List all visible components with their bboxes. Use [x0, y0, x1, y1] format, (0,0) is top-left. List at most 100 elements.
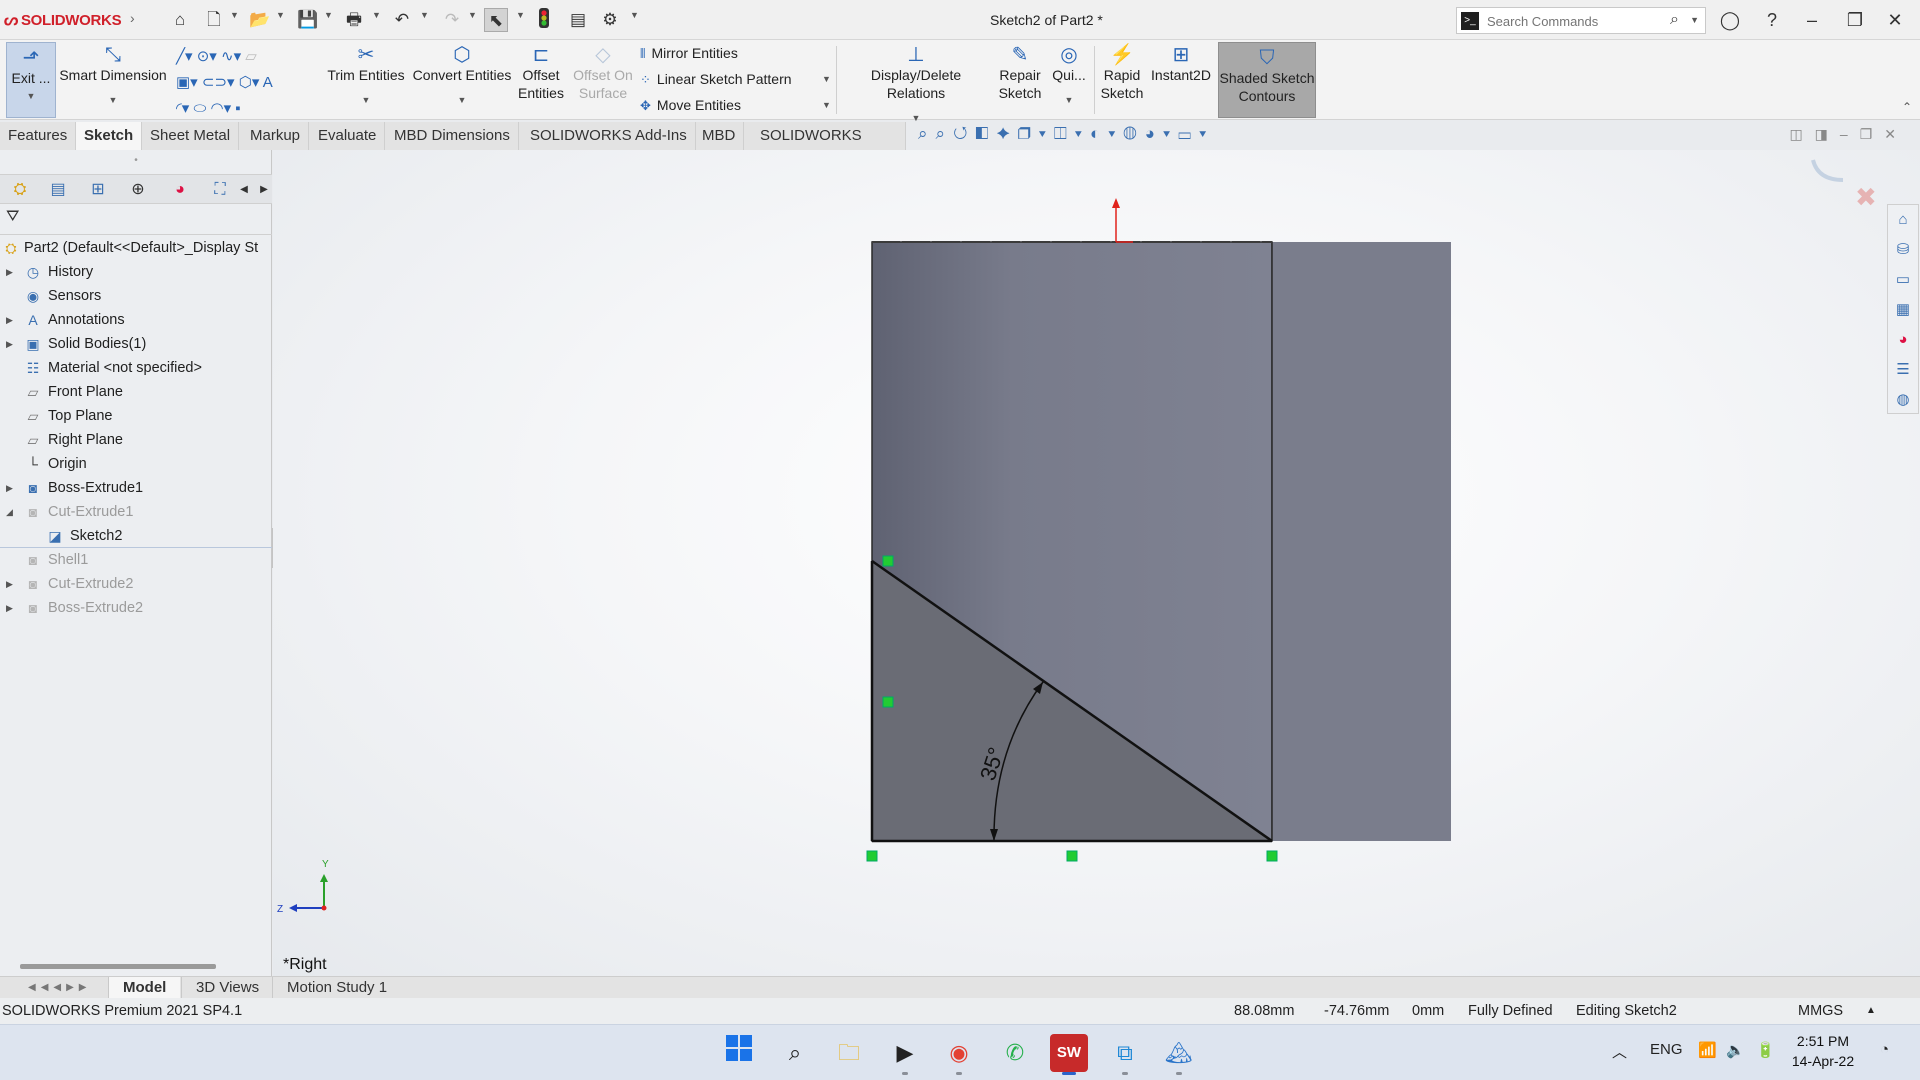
file-properties-icon[interactable]: ▤: [566, 8, 590, 32]
tab-mbd-dimensions[interactable]: MBD Dimensions: [386, 122, 519, 150]
minimize-window-icon[interactable]: –: [1797, 6, 1827, 34]
tree-item-cut-extrude1[interactable]: ◢ ◙ Cut-Extrude1: [0, 500, 272, 524]
show-hidden-icons-icon[interactable]: ︿: [1612, 1041, 1627, 1062]
tab-model[interactable]: Model: [108, 977, 181, 999]
options-dropdown-icon[interactable]: ▼: [630, 10, 639, 20]
expand-arrow-icon[interactable]: ▶: [6, 308, 13, 332]
collapse-arrow-icon[interactable]: ◢: [6, 500, 13, 524]
configuration-manager-tab-icon[interactable]: ⊞: [84, 179, 112, 201]
mirror-entities-button[interactable]: ⫴ Mirror Entities: [640, 41, 738, 65]
plane-tool-icon[interactable]: ▱: [245, 48, 257, 65]
home-icon[interactable]: ⌂: [168, 8, 192, 32]
open-dropdown-icon[interactable]: ▼: [276, 10, 285, 20]
graphics-area[interactable]: 35° Y Z ✖ *Right: [273, 150, 1920, 976]
tab-motion-study-1[interactable]: Motion Study 1: [272, 977, 401, 999]
viewport-tile-icon[interactable]: ◫: [1789, 126, 1814, 142]
rebuild-traffic-light-icon[interactable]: [532, 8, 556, 32]
horizontal-relation-icon[interactable]: [1066, 850, 1078, 862]
tab-sheet-metal[interactable]: Sheet Metal: [142, 122, 240, 150]
rectangle-tool-icon[interactable]: ▣▾: [176, 74, 198, 91]
user-account-icon[interactable]: ◯: [1715, 6, 1745, 34]
tree-item-material[interactable]: ☷ Material <not specified>: [0, 356, 272, 380]
vertical-relation-icon[interactable]: [882, 696, 894, 708]
zoom-to-fit-icon[interactable]: ⌕: [918, 124, 936, 143]
new-document-icon[interactable]: 🗋: [202, 8, 226, 32]
viewport-restore-icon[interactable]: ❐: [1860, 126, 1885, 142]
viewport-minimize-icon[interactable]: –: [1840, 126, 1860, 142]
print-icon[interactable]: 🖶: [342, 8, 366, 32]
tree-item-right-plane[interactable]: ▱ Right Plane: [0, 428, 272, 452]
redo-icon[interactable]: ↷: [440, 8, 464, 32]
trim-dropdown-icon[interactable]: ▼: [326, 90, 406, 110]
media-player-taskbar-icon[interactable]: ▶: [886, 1034, 924, 1075]
panel-grip-handle[interactable]: •: [0, 150, 272, 172]
feature-manager-tab-icon[interactable]: ⛭: [6, 179, 34, 201]
line-tool-icon[interactable]: ╱▾: [176, 48, 193, 65]
windows-start-icon[interactable]: [720, 1034, 758, 1072]
tab-3d-views[interactable]: 3D Views: [181, 977, 273, 999]
whatsapp-taskbar-icon[interactable]: ✆: [996, 1034, 1034, 1072]
tree-item-boss-extrude1[interactable]: ▶ ◙ Boss-Extrude1: [0, 476, 272, 500]
convert-entities-button[interactable]: ⬡ Convert Entities ▼: [410, 40, 514, 120]
panel-horizontal-scrollbar[interactable]: [20, 964, 216, 969]
offset-entities-button[interactable]: ⊏ Offset Entities: [516, 40, 566, 120]
open-folder-icon[interactable]: 📂: [248, 8, 272, 32]
tab-mbd[interactable]: MBD: [694, 122, 745, 150]
search-icon[interactable]: ⌕: [1670, 11, 1679, 29]
tree-item-annotations[interactable]: ▶ A Annotations: [0, 308, 272, 332]
tab-solidworks-add-ins[interactable]: SOLIDWORKS Add-Ins: [522, 122, 696, 150]
solidworks-forum-icon[interactable]: ◍: [1888, 385, 1918, 415]
property-manager-tab-icon[interactable]: ▤: [44, 179, 72, 201]
display-delete-relations-button[interactable]: ⊥ Display/Delete Relations ▼: [840, 40, 992, 123]
fillet-tool-icon[interactable]: ◜▾: [176, 100, 189, 117]
smart-dimension-dropdown-icon[interactable]: ▼: [58, 90, 168, 110]
expand-arrow-icon[interactable]: ▶: [6, 476, 13, 500]
battery-icon[interactable]: 🔋: [1756, 1041, 1775, 1059]
search-commands-input[interactable]: [1487, 11, 1667, 31]
text-tool-icon[interactable]: A: [263, 74, 273, 91]
hide-show-items-icon[interactable]: ◐▾: [1090, 124, 1123, 143]
ellipse-tool-icon[interactable]: ⬭: [194, 100, 207, 117]
pattern-dropdown-icon[interactable]: ▼: [822, 74, 831, 84]
tree-item-solid-bodies[interactable]: ▶ ▣ Solid Bodies(1): [0, 332, 272, 356]
circle-tool-icon[interactable]: ⊙▾: [197, 48, 217, 65]
quick-snaps-button[interactable]: ◎ Qui... ▼: [1048, 40, 1090, 120]
tab-solidworks-cam[interactable]: SOLIDWORKS CAM: [752, 122, 906, 172]
previous-view-icon[interactable]: ↺: [953, 124, 975, 143]
restore-window-icon[interactable]: ❐: [1840, 6, 1870, 34]
move-dropdown-icon[interactable]: ▼: [822, 100, 831, 110]
tree-item-origin[interactable]: └ Origin: [0, 452, 272, 476]
tab-navigation-arrows[interactable]: ◀◀◀▶▶: [28, 979, 108, 997]
instant2d-button[interactable]: ⊞ Instant2D: [1148, 40, 1214, 120]
select-dropdown-icon[interactable]: ▼: [516, 10, 525, 20]
search-taskbar-icon[interactable]: ⌕: [776, 1034, 814, 1072]
repair-sketch-button[interactable]: ✎ Repair Sketch: [994, 40, 1046, 120]
file-explorer-icon[interactable]: ▭: [1888, 265, 1918, 295]
taskbar-clock[interactable]: 2:51 PM 14-Apr-22: [1782, 1031, 1864, 1071]
tree-item-boss-extrude2[interactable]: ▶ ◙ Boss-Extrude2: [0, 596, 272, 620]
zoom-area-icon[interactable]: ⌕: [936, 124, 954, 143]
undo-icon[interactable]: ↶: [390, 8, 414, 32]
smart-dimension-button[interactable]: ⤡ Smart Dimension ▼: [58, 40, 168, 120]
point-tool-icon[interactable]: ▪: [235, 100, 240, 117]
tree-item-top-plane[interactable]: ▱ Top Plane: [0, 404, 272, 428]
edit-appearance-icon[interactable]: ◍: [1123, 124, 1144, 143]
tree-item-sensors[interactable]: ◉ Sensors: [0, 284, 272, 308]
tree-item-cut-extrude2[interactable]: ▶ ◙ Cut-Extrude2: [0, 572, 272, 596]
tab-features[interactable]: Features: [0, 122, 77, 150]
custom-properties-icon[interactable]: ☰: [1888, 355, 1918, 385]
spline-tool-icon[interactable]: ∿▾: [221, 48, 241, 65]
view-settings-icon[interactable]: ▭▾: [1178, 124, 1214, 143]
options-gear-icon[interactable]: ⚙: [598, 8, 622, 32]
appearances-scenes-icon[interactable]: ◕: [1888, 325, 1918, 355]
coincident-relation-icon[interactable]: [882, 555, 894, 567]
slot-tool-icon[interactable]: ⊂⊃▾: [202, 74, 235, 91]
cancel-sketch-corner-icon[interactable]: ✖: [1855, 183, 1877, 213]
filter-icon[interactable]: ⛛: [6, 208, 19, 226]
offset-on-surface-button[interactable]: ◇ Offset On Surface: [570, 40, 636, 120]
dynamic-annotation-icon[interactable]: ✦: [996, 124, 1017, 143]
dimxpert-manager-tab-icon[interactable]: ⊕: [124, 179, 152, 201]
display-manager-tab-icon[interactable]: ◕: [166, 179, 194, 201]
design-library-icon[interactable]: ⛁: [1888, 235, 1918, 265]
coincident-relation-icon[interactable]: [866, 850, 878, 862]
